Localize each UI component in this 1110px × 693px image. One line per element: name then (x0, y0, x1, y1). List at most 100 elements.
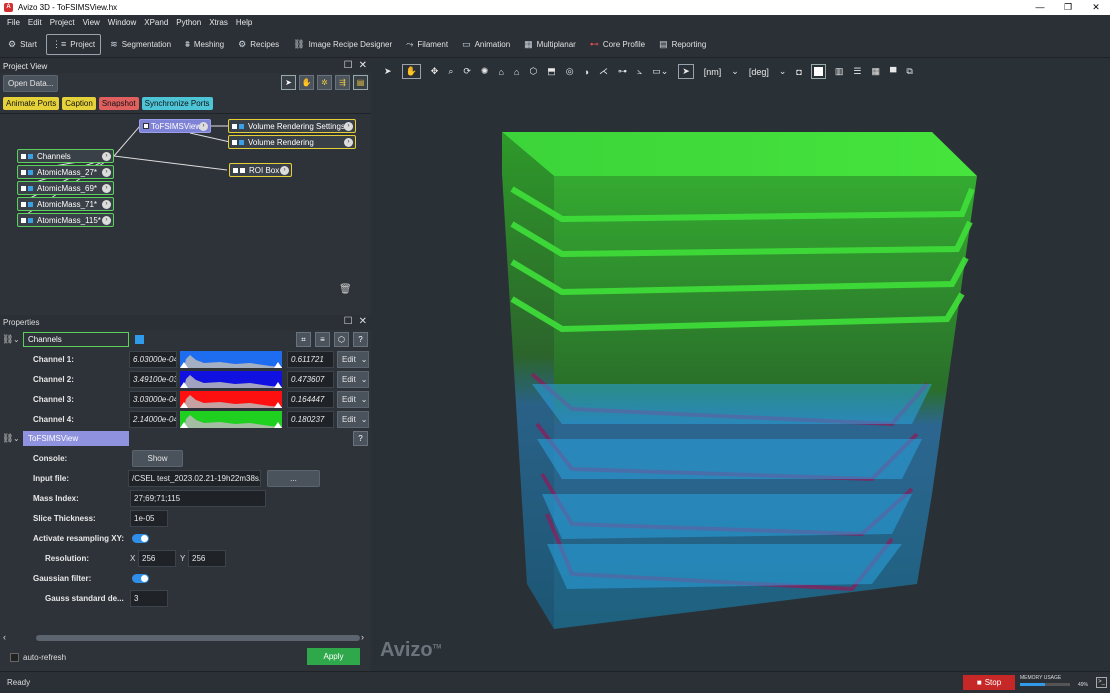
input-file-field[interactable]: /CSEL test_2023.02.21-19h22m38s.h5 (128, 469, 261, 487)
chevron-down-icon[interactable]: ⌄ (13, 335, 23, 344)
hand-icon[interactable]: ✋ (299, 75, 314, 90)
snapshot-icon[interactable]: ◑ (584, 67, 589, 77)
node-port-icon[interactable]: › (102, 200, 111, 209)
synchronize-ports-button[interactable]: Synchronize Ports (141, 96, 213, 110)
channel-edit-button[interactable]: Edit ⌄ (337, 410, 369, 428)
channel-histogram[interactable] (180, 350, 282, 368)
channel-color-swatch[interactable] (135, 335, 144, 344)
layout-graph-icon[interactable]: ✲ (317, 75, 332, 90)
res-x-field[interactable]: 256 (138, 549, 176, 567)
scroll-right-icon[interactable]: › (361, 632, 364, 642)
channel-max-field[interactable]: 0.164447 (287, 390, 334, 408)
workroom-recipes[interactable]: ⚙ Recipes (233, 34, 284, 55)
channel-min-field[interactable]: 3.49100e-03 (129, 370, 177, 388)
fullscreen-icon[interactable]: ⧉ (906, 66, 912, 77)
channel-max-field[interactable]: 0.180237 (287, 410, 334, 428)
workroom-multiplanar[interactable]: ▦ Multiplanar (519, 34, 581, 55)
help-icon[interactable]: ? (353, 332, 368, 347)
menu-file[interactable]: File (7, 18, 20, 27)
layout-four-icon[interactable]: ▦ (871, 66, 880, 77)
apply-button[interactable]: Apply (307, 648, 360, 665)
layout-single-icon[interactable] (810, 64, 826, 79)
snapshot-button[interactable]: Snapshot (98, 96, 139, 110)
ruler-icon[interactable]: ⊶ (618, 66, 627, 77)
channels-module-name[interactable]: Channels (23, 332, 129, 347)
channel-histogram[interactable] (180, 410, 282, 428)
layout-top-icon[interactable]: ▀ (890, 67, 896, 77)
console-show-button[interactable]: Show (132, 449, 183, 467)
channel-edit-button[interactable]: Edit ⌄ (337, 370, 369, 388)
properties-scrollbar[interactable]: ‹ › (0, 632, 371, 643)
node-port-icon[interactable]: › (102, 184, 111, 193)
light-icon[interactable]: ➤ (678, 64, 694, 79)
channel-min-field[interactable]: 3.03000e-04 (129, 390, 177, 408)
chevron-down-icon[interactable]: ⌄ (779, 66, 787, 77)
node-atomicmass-71[interactable]: AtomicMass_71* › (17, 197, 114, 211)
shading-icon[interactable]: ⋌ (599, 66, 608, 77)
mass-index-field[interactable]: 27;69;71;115 (130, 489, 266, 507)
length-unit-dropdown[interactable]: [nm] (704, 67, 722, 77)
node-volume-rendering-settings[interactable]: Volume Rendering Settings › (228, 119, 356, 133)
chevron-down-icon[interactable]: ⌄ (13, 434, 23, 443)
workroom-segmentation[interactable]: ≋ Segmentation (105, 34, 176, 55)
pointer-icon[interactable]: ➤ (384, 66, 392, 77)
measure-icon[interactable]: ⬒ (547, 66, 556, 77)
auto-refresh-checkbox[interactable] (10, 652, 19, 662)
channel-histogram[interactable] (180, 370, 282, 388)
node-port-icon[interactable]: › (344, 122, 353, 131)
stop-button[interactable]: ■ Stop (963, 675, 1015, 690)
crop-icon[interactable]: ⌗ (296, 332, 311, 347)
close-panel-icon[interactable]: ✕ (359, 60, 367, 71)
channel-min-field[interactable]: 2.14000e-04 (129, 410, 177, 428)
workroom-animation[interactable]: ▭ Animation (457, 34, 515, 55)
slice-thickness-field[interactable]: 1e-05 (130, 509, 168, 527)
menu-help[interactable]: Help (236, 18, 252, 27)
node-atomicmass-69[interactable]: AtomicMass_69* › (17, 181, 114, 195)
menu-edit[interactable]: Edit (28, 18, 42, 27)
home-icon[interactable]: ⌂ (498, 67, 503, 77)
node-roi-box[interactable]: ROI Box › (229, 163, 292, 177)
workroom-project[interactable]: ⋮≡ Project (45, 33, 102, 55)
workroom-start[interactable]: ⚙ Start (3, 34, 42, 55)
node-port-icon[interactable]: › (102, 152, 111, 161)
translate-icon[interactable]: ✥ (431, 66, 439, 77)
settings-cube-icon[interactable]: ⬡ (334, 332, 349, 347)
link-icon[interactable]: ⛓ (2, 334, 13, 345)
channel-max-field[interactable]: 0.611721 (287, 350, 334, 368)
node-channels[interactable]: Channels › (17, 149, 114, 163)
scale-icon[interactable]: ▭⌄ (652, 66, 668, 77)
node-tofsimsview[interactable]: ToFSIMSView › (139, 119, 211, 133)
node-port-icon[interactable]: › (102, 216, 111, 225)
perspective-icon[interactable]: ⬡ (529, 66, 537, 77)
align-icon[interactable]: ⇶ (335, 75, 350, 90)
menu-python[interactable]: Python (176, 18, 201, 27)
chevron-down-icon[interactable]: ⌄ (731, 66, 739, 77)
node-atomicmass-115[interactable]: AtomicMass_115* › (17, 213, 114, 227)
menu-window[interactable]: Window (108, 18, 136, 27)
scrollbar-thumb[interactable] (36, 635, 360, 641)
rotate-icon[interactable]: ⟳ (463, 66, 471, 77)
layout-two-horizontal-icon[interactable]: ☰ (853, 66, 861, 77)
restore-icon[interactable]: ❐ (1054, 0, 1082, 15)
help-icon[interactable]: ? (353, 431, 368, 446)
workroom-image-recipe-designer[interactable]: ⛓ Image Recipe Designer (288, 34, 397, 55)
angle-icon[interactable]: ⦣ (637, 66, 642, 77)
project-graph[interactable]: ToFSIMSView › Volume Rendering Settings › … (0, 113, 371, 311)
tree-view-icon[interactable]: ▤ (353, 75, 368, 90)
node-port-icon[interactable]: › (199, 122, 208, 131)
tofsimsview-module-name[interactable]: ToFSIMSView (23, 431, 129, 446)
volume-render[interactable] (372, 84, 1110, 671)
workroom-meshing[interactable]: ⩩ Meshing (180, 34, 229, 55)
minimize-icon[interactable]: — (1026, 0, 1054, 15)
node-volume-rendering[interactable]: Volume Rendering › (228, 135, 356, 149)
seek-icon[interactable]: ◎ (566, 66, 574, 77)
browse-button[interactable]: ... (267, 469, 320, 487)
float-icon[interactable]: ☐ (344, 60, 353, 71)
pointer-icon[interactable]: ➤ (281, 75, 296, 90)
trash-icon[interactable]: 🗑 (339, 284, 352, 295)
close-icon[interactable]: ✕ (1082, 0, 1110, 15)
link-icon[interactable]: ⛓ (2, 433, 13, 444)
animate-ports-button[interactable]: Animate Ports (3, 96, 60, 110)
workroom-core-profile[interactable]: ⊷ Core Profile (585, 34, 650, 55)
view-all-icon[interactable]: ✺ (481, 66, 489, 77)
